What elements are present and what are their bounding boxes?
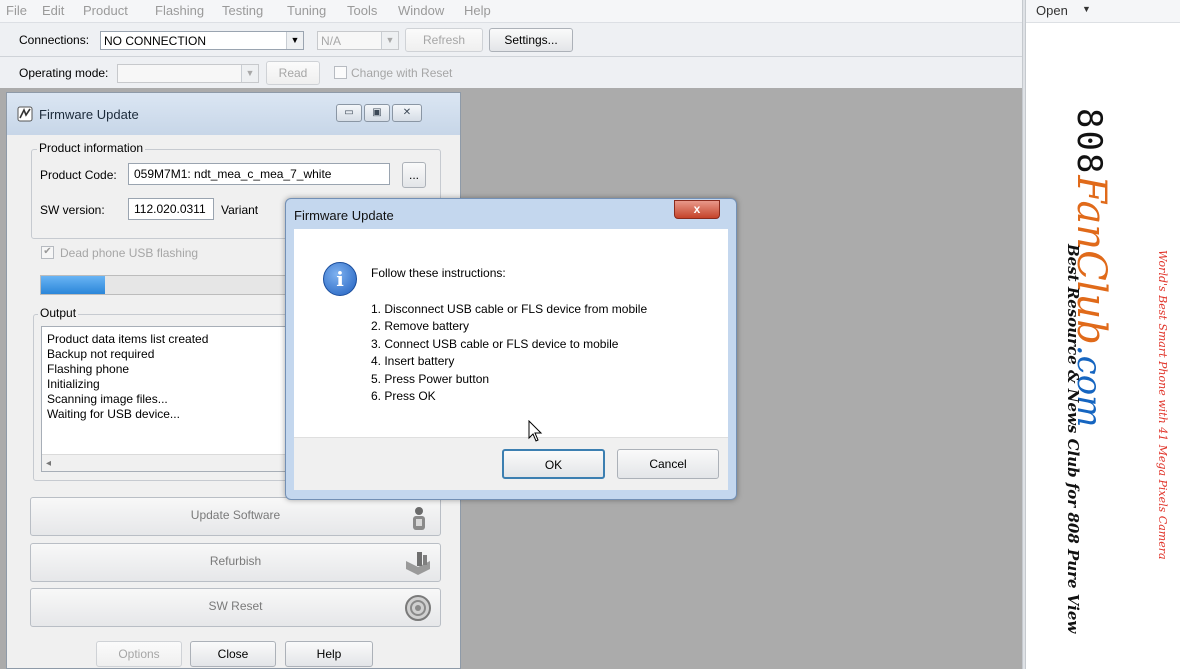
- menu-bar: File Edit Product Flashing Testing Tunin…: [0, 0, 1022, 23]
- update-software-button[interactable]: Update Software: [30, 497, 441, 536]
- close-button[interactable]: Close: [190, 641, 276, 667]
- menu-tuning[interactable]: Tuning: [287, 3, 326, 18]
- variant-label: Variant: [221, 203, 259, 217]
- menu-help[interactable]: Help: [464, 3, 491, 18]
- change-with-reset-label: Change with Reset: [351, 66, 453, 80]
- menu-flashing[interactable]: Flashing: [155, 3, 204, 18]
- output-line: Flashing phone: [47, 362, 130, 376]
- change-with-reset-checkbox[interactable]: [334, 66, 347, 79]
- output-line: Waiting for USB device...: [47, 407, 180, 421]
- ok-button[interactable]: OK: [502, 449, 605, 479]
- instruction-step: 2. Remove battery: [371, 319, 470, 333]
- refurbish-label: Refurbish: [209, 554, 262, 568]
- menu-window[interactable]: Window: [398, 3, 444, 18]
- instruction-step: 5. Press Power button: [371, 372, 490, 386]
- dialog-footer: OK Cancel: [294, 437, 728, 490]
- port-select[interactable]: N/A ▼: [317, 31, 399, 50]
- firmware-update-titlebar: Firmware Update ▭ ▣ ✕: [7, 93, 460, 135]
- sw-reset-label: SW Reset: [208, 599, 263, 613]
- menu-file[interactable]: File: [6, 3, 27, 18]
- output-line: Backup not required: [47, 347, 155, 361]
- firmware-update-title: Firmware Update: [39, 107, 139, 122]
- sw-version-field[interactable]: 112.020.0311: [128, 198, 214, 220]
- minimize-icon[interactable]: ▭: [336, 104, 362, 122]
- close-icon[interactable]: ✕: [392, 104, 422, 122]
- menu-edit[interactable]: Edit: [42, 3, 64, 18]
- operating-mode-select[interactable]: ▼: [117, 64, 259, 83]
- instruction-step: 1. Disconnect USB cable or FLS device fr…: [371, 302, 648, 316]
- update-software-label: Update Software: [190, 508, 281, 522]
- info-icon: i: [323, 262, 357, 296]
- operating-mode-toolbar: Operating mode: ▼ Read Change with Reset: [0, 57, 1022, 89]
- banner-tagline: Best Resource & News Club for 808 Pure V…: [1064, 244, 1082, 634]
- chevron-down-icon: ▼: [286, 32, 303, 49]
- operating-mode-label: Operating mode:: [19, 66, 109, 80]
- output-line: Scanning image files...: [47, 392, 168, 406]
- refurbish-button[interactable]: Refurbish: [30, 543, 441, 582]
- port-select-value: N/A: [321, 34, 342, 48]
- dialog-title: Firmware Update: [294, 208, 394, 223]
- firmware-app-icon: [17, 106, 33, 122]
- maximize-icon[interactable]: ▣: [364, 104, 390, 122]
- open-menu[interactable]: Open: [1036, 3, 1068, 18]
- dead-phone-label: Dead phone USB flashing: [60, 246, 199, 260]
- output-label: Output: [38, 306, 79, 320]
- sw-reset-button[interactable]: SW Reset: [30, 588, 441, 627]
- close-icon: x: [693, 202, 701, 216]
- scroll-left-icon[interactable]: ◂: [46, 456, 51, 471]
- dead-phone-checkbox[interactable]: ✔: [41, 246, 54, 259]
- chevron-down-icon: ▼: [381, 32, 398, 49]
- banner-brand-prefix: 808: [1069, 108, 1109, 176]
- instruction-step: 3. Connect USB cable or FLS device to mo…: [371, 337, 619, 351]
- connections-label: Connections:: [19, 33, 90, 47]
- update-software-icon: [413, 507, 425, 530]
- refurbish-icon: [406, 552, 430, 575]
- flash-progress-fill: [41, 276, 105, 294]
- open-toolbar: Open ▼: [1026, 0, 1180, 23]
- menu-product[interactable]: Product: [83, 3, 128, 18]
- output-lines: Product data items list created Backup n…: [47, 332, 208, 422]
- browse-product-button[interactable]: ...: [402, 162, 426, 188]
- cancel-button[interactable]: Cancel: [617, 449, 719, 479]
- chevron-down-icon: ▼: [1082, 4, 1091, 14]
- connections-toolbar: Connections: NO CONNECTION ▼ N/A ▼ Refre…: [0, 23, 1022, 57]
- menu-tools[interactable]: Tools: [347, 3, 377, 18]
- product-code-field[interactable]: 059M7M1: ndt_mea_c_mea_7_white: [128, 163, 390, 185]
- refresh-button[interactable]: Refresh: [405, 28, 483, 52]
- instructions-dialog: Firmware Update x i Follow these instruc…: [285, 198, 737, 500]
- sw-version-value: 112.020.0311: [134, 202, 206, 216]
- chevron-down-icon: ▼: [241, 65, 258, 82]
- help-button[interactable]: Help: [285, 641, 373, 667]
- 808fanclub-banner: 808FanClub.com Best Resource & News Club…: [1032, 106, 1180, 669]
- product-code-value: 059M7M1: ndt_mea_c_mea_7_white: [134, 167, 332, 181]
- sw-reset-icon: [405, 595, 431, 621]
- options-button[interactable]: Options: [96, 641, 182, 667]
- right-pane: Open ▼ 808FanClub.com Best Resource & Ne…: [1026, 0, 1180, 669]
- dialog-body: i Follow these instructions: 1. Disconne…: [294, 229, 728, 437]
- mouse-cursor-icon: [528, 420, 543, 442]
- sw-version-label: SW version:: [40, 203, 105, 217]
- connection-select-value: NO CONNECTION: [104, 34, 206, 48]
- settings-button[interactable]: Settings...: [489, 28, 573, 52]
- product-information-label: Product information: [37, 141, 146, 155]
- connection-select[interactable]: NO CONNECTION ▼: [100, 31, 304, 50]
- instruction-step: 4. Insert battery: [371, 354, 455, 368]
- product-code-label: Product Code:: [40, 168, 117, 182]
- output-line: Initializing: [47, 377, 100, 391]
- output-line: Product data items list created: [47, 332, 209, 346]
- instruction-step: 6. Press OK: [371, 389, 436, 403]
- read-button[interactable]: Read: [266, 61, 320, 85]
- dialog-close-button[interactable]: x: [674, 200, 720, 219]
- menu-testing[interactable]: Testing: [222, 3, 263, 18]
- dialog-heading: Follow these instructions:: [371, 266, 506, 280]
- banner-top-line: World's Best Smart Phone with 41 Mega Pi…: [1156, 250, 1169, 560]
